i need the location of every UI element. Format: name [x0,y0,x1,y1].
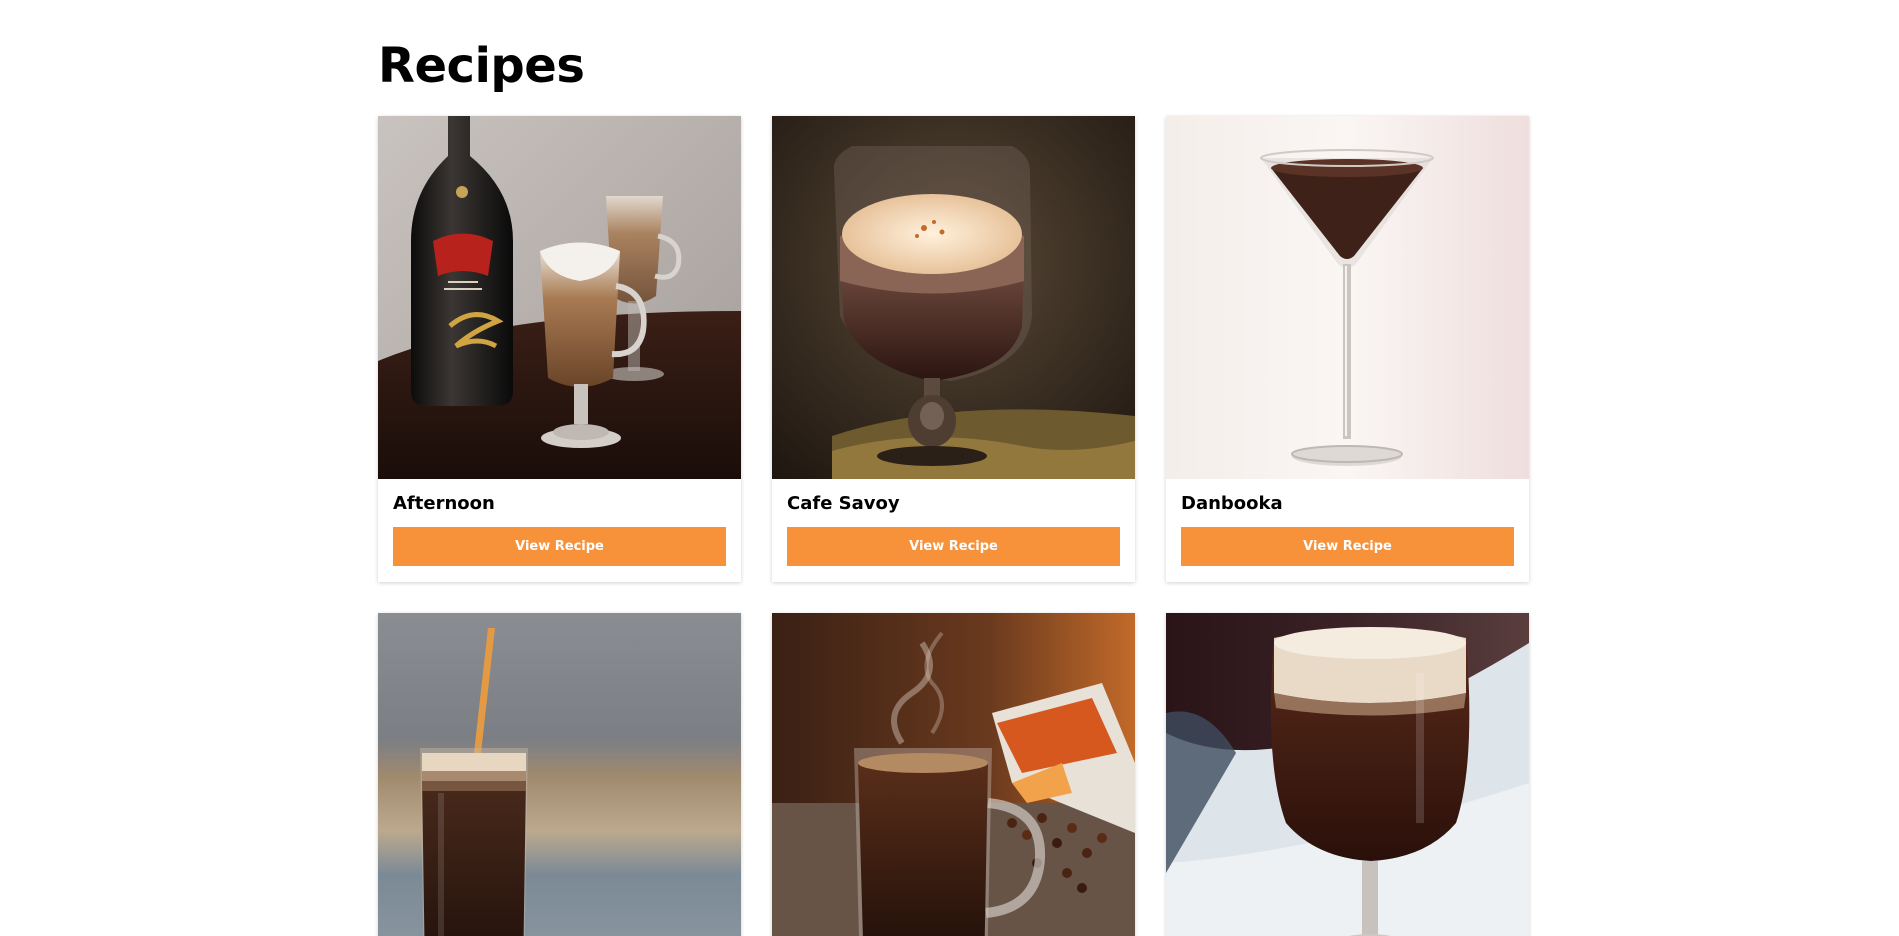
view-recipe-button[interactable]: View Recipe [393,527,726,566]
recipe-image-coffee-goblet[interactable] [1166,613,1529,936]
recipe-title: Danbooka [1181,493,1283,514]
recipe-image-cafe-savoy[interactable] [772,116,1135,479]
recipe-grid: Afternoon View Recipe Cafe Savoy View Re… [378,116,1529,936]
page-title: Recipes [378,38,585,94]
recipe-image-iced-coffee[interactable] [378,613,741,936]
recipe-image-baileys-coffee[interactable] [378,116,741,479]
recipe-image-coffee-mug[interactable] [772,613,1135,936]
recipe-card: Cafe Savoy View Recipe [772,116,1135,582]
recipe-card: Afternoon View Recipe [378,116,741,582]
recipe-card: Danbooka View Recipe [1166,116,1529,582]
recipe-image-danbooka[interactable] [1166,116,1529,479]
view-recipe-button[interactable]: View Recipe [787,527,1120,566]
view-recipe-button[interactable]: View Recipe [1181,527,1514,566]
recipe-card [1166,613,1529,936]
recipe-card [378,613,741,936]
recipe-card [772,613,1135,936]
recipe-title: Cafe Savoy [787,493,900,514]
recipes-page: Recipes Afternoon View Recipe Cafe Savoy… [0,0,1899,936]
recipe-title: Afternoon [393,493,495,514]
